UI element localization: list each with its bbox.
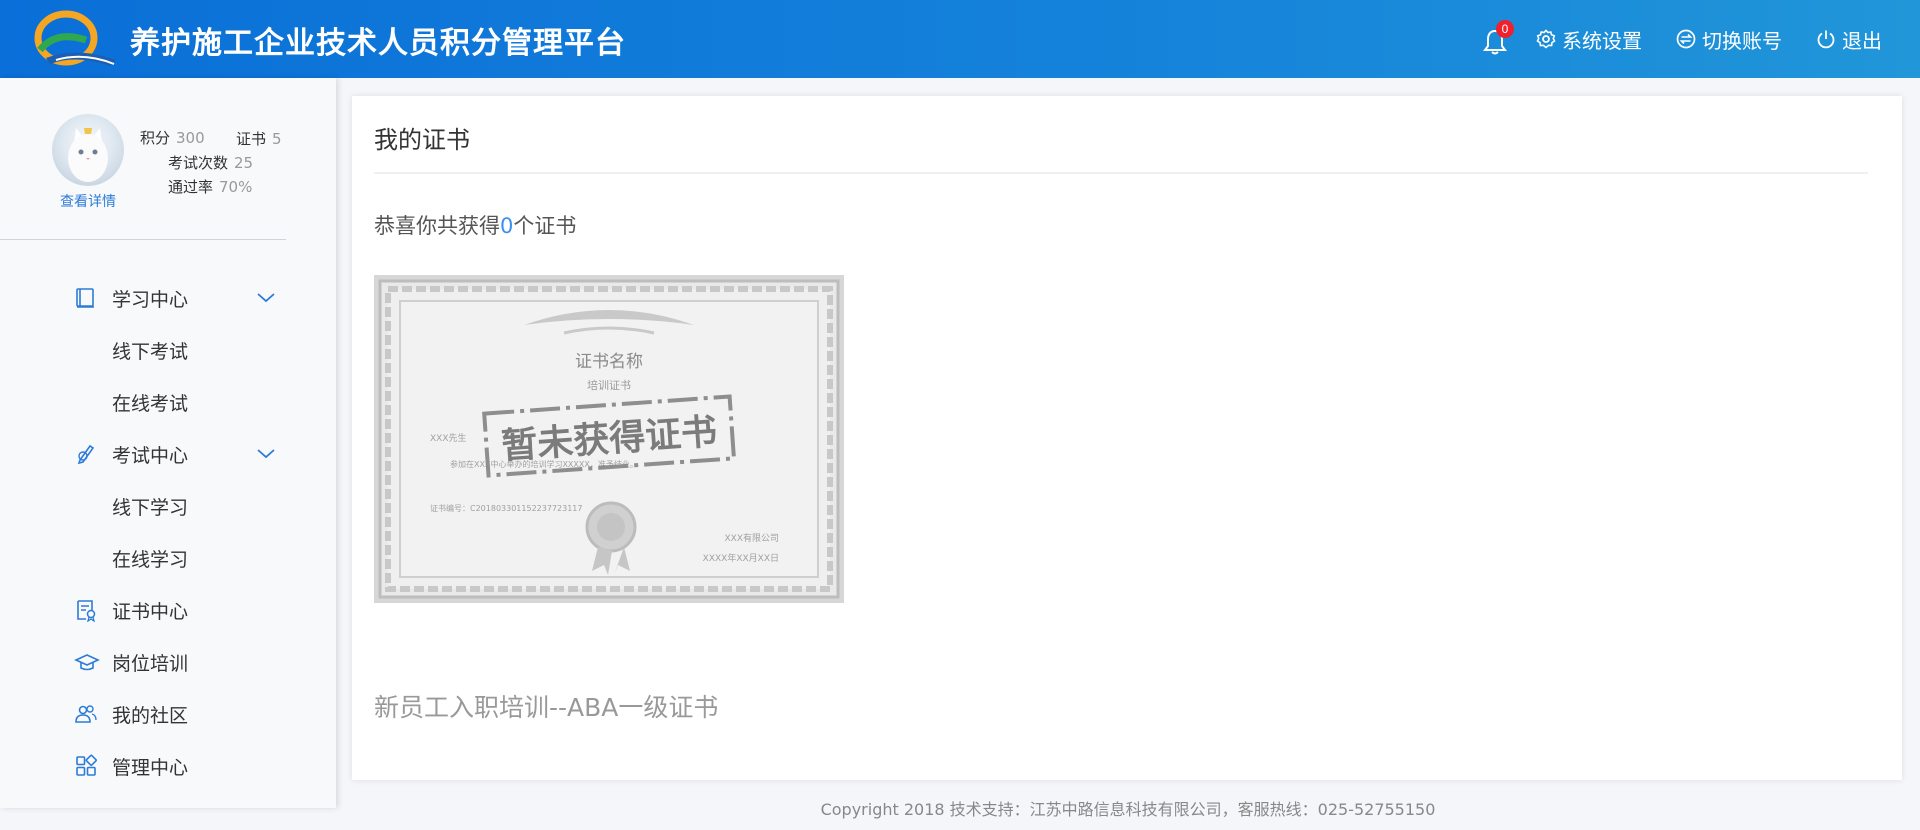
logout-label: 退出 xyxy=(1842,28,1882,53)
chevron-down-icon[interactable] xyxy=(256,288,276,308)
sidebar-item-label: 线下学习 xyxy=(112,496,189,519)
sidebar-item-label: 学习中心 xyxy=(112,288,189,311)
exams-stat: 考试次数 25 xyxy=(168,152,253,173)
certificate-count-text: 恭喜你共获得0个证书 xyxy=(374,210,576,240)
sidebar-nav: 学习中心 线下考试 在线考试 考试中心 线下学习 在线学习 证书中心 岗位培训 … xyxy=(0,272,336,792)
page-title: 我的证书 xyxy=(374,126,470,154)
certs-value: 5 xyxy=(272,130,282,148)
gear-icon xyxy=(1536,29,1556,49)
sidebar: 查看详情 积分 300 证书 5 考试次数 25 通过率 70% 学习中心 线下考试 在… xyxy=(0,78,336,808)
points-stat: 积分 300 xyxy=(140,127,205,148)
certificate-holder: XXX先生 xyxy=(430,432,467,444)
congrats-prefix: 恭喜你共获得 xyxy=(374,214,500,238)
sidebar-item-online-exam[interactable]: 在线考试 xyxy=(0,376,336,428)
certificate-date: XXXX年XX月XX日 xyxy=(703,552,779,564)
my-certificates-card: 我的证书 恭喜你共获得0个证书 证书名称 培训证书 XXX先生 参加在XXX中心… xyxy=(352,96,1902,780)
certificate-image[interactable]: 证书名称 培训证书 XXX先生 参加在XXX中心举办的培训学习XXXXX，准予结… xyxy=(374,275,844,603)
certificate-heading: 证书名称 xyxy=(575,352,643,372)
sidebar-item-label: 证书中心 xyxy=(112,600,189,623)
footer-copyright: Copyright 2018 技术支持：江苏中路信息科技有限公司，客服热线：02… xyxy=(820,800,1436,819)
sidebar-item-job-training[interactable]: 岗位培训 xyxy=(0,636,336,688)
notification-badge: 0 xyxy=(1496,20,1514,38)
sidebar-item-label: 线下考试 xyxy=(112,340,189,363)
certificate-count: 0 xyxy=(500,214,514,238)
certs-label: 证书 xyxy=(236,130,267,148)
sidebar-item-my-community[interactable]: 我的社区 xyxy=(0,688,336,740)
logo-icon xyxy=(34,10,116,66)
certificate-graphic: 证书名称 培训证书 XXX先生 参加在XXX中心举办的培训学习XXXXX，准予结… xyxy=(378,279,840,599)
switch-account-label: 切换账号 xyxy=(1702,28,1782,53)
points-label: 积分 xyxy=(140,129,171,147)
congrats-suffix: 个证书 xyxy=(513,214,577,238)
sidebar-item-certificate-center[interactable]: 证书中心 xyxy=(0,584,336,636)
exams-value: 25 xyxy=(234,154,254,172)
app-title: 养护施工企业技术人员积分管理平台 xyxy=(130,26,626,61)
grid-icon xyxy=(76,754,97,776)
switch-icon xyxy=(1676,29,1696,49)
switch-account-button[interactable]: 切换账号 xyxy=(1676,25,1782,54)
pass-rate-value: 70% xyxy=(219,178,253,196)
sidebar-item-learning-center[interactable]: 学习中心 xyxy=(0,272,336,324)
certificate-name: 新员工入职培训--ABA一级证书 xyxy=(374,693,719,722)
points-value: 300 xyxy=(176,129,205,147)
certificate-subheading: 培训证书 xyxy=(587,378,631,392)
graduation-cap-icon xyxy=(74,654,100,671)
title-divider xyxy=(374,172,1868,174)
certificate-icon xyxy=(77,600,96,622)
sidebar-item-label: 在线学习 xyxy=(112,548,189,571)
sidebar-item-label: 在线考试 xyxy=(112,392,189,415)
sidebar-item-label: 岗位培训 xyxy=(112,652,189,675)
sidebar-item-exam-center[interactable]: 考试中心 xyxy=(0,428,336,480)
notification-button[interactable]: 0 xyxy=(1480,20,1514,55)
cat-avatar-icon xyxy=(68,128,108,182)
sidebar-item-label: 我的社区 xyxy=(112,704,189,727)
sidebar-item-label: 管理中心 xyxy=(112,756,189,779)
exam-pen-icon xyxy=(77,444,95,465)
sidebar-item-label: 考试中心 xyxy=(112,444,189,467)
avatar[interactable] xyxy=(52,114,124,186)
book-icon xyxy=(76,288,94,308)
view-detail-link[interactable]: 查看详情 xyxy=(52,191,124,211)
sidebar-divider xyxy=(0,239,286,240)
certificate-issuer: XXX有限公司 xyxy=(725,532,780,544)
exams-label: 考试次数 xyxy=(168,154,229,172)
power-icon xyxy=(1817,30,1835,49)
chevron-down-icon[interactable] xyxy=(256,444,276,464)
settings-button[interactable]: 系统设置 xyxy=(1536,25,1642,54)
sidebar-item-management-center[interactable]: 管理中心 xyxy=(0,740,336,792)
sidebar-item-offline-learning[interactable]: 线下学习 xyxy=(0,480,336,532)
community-icon xyxy=(75,705,97,723)
certificate-number: 证书编号：C201803301152237723117 xyxy=(430,503,582,513)
top-header: 养护施工企业技术人员积分管理平台 0 系统设置 切换账号 退出 xyxy=(0,0,1920,78)
certs-stat: 证书 5 xyxy=(236,128,282,149)
settings-label: 系统设置 xyxy=(1562,28,1642,53)
pass-rate-label: 通过率 xyxy=(168,178,214,196)
sidebar-item-online-learning[interactable]: 在线学习 xyxy=(0,532,336,584)
sidebar-item-offline-exam[interactable]: 线下考试 xyxy=(0,324,336,376)
pass-rate-stat: 通过率 70% xyxy=(168,176,252,197)
logout-button[interactable]: 退出 xyxy=(1816,25,1882,54)
